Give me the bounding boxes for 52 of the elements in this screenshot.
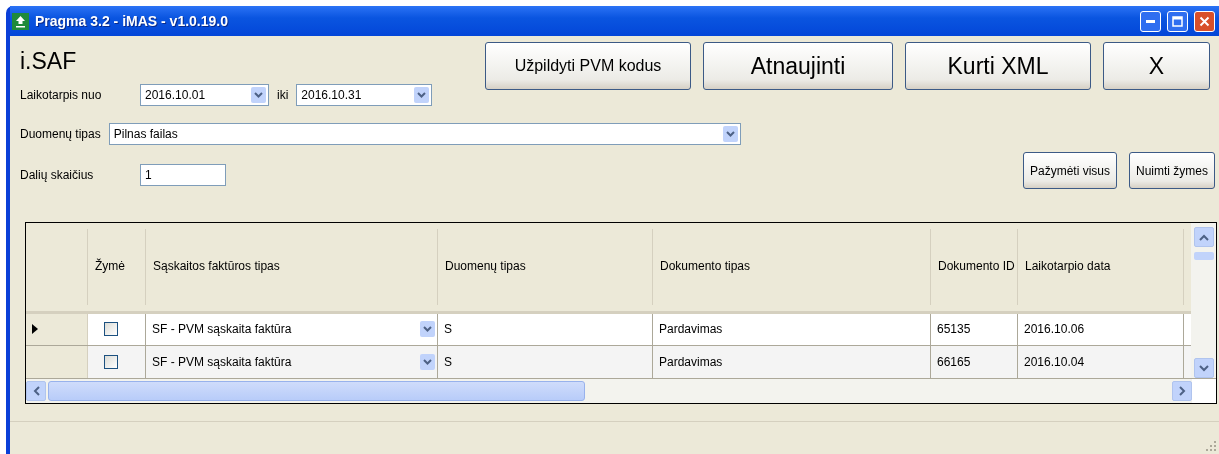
field-label: Laikotarpis nuo: [20, 88, 103, 102]
action-button[interactable]: X: [1103, 42, 1210, 90]
minimize-icon: [1146, 19, 1155, 23]
chevron-right-icon: [1178, 386, 1186, 397]
column-header[interactable]: Laikotarpio data: [1025, 260, 1111, 274]
window-title: Pragma 3.2 - iMAS - v1.0.19.0: [35, 13, 229, 29]
upload-icon: [12, 12, 29, 30]
table-cell: 2016.10.04: [1018, 346, 1184, 379]
table-cell: SF - PVM sąskaita faktūra: [152, 322, 292, 337]
scrollbar-thumb[interactable]: [48, 381, 585, 402]
table-cell: Pardavimas: [653, 313, 931, 346]
column-header[interactable]: Sąskaitos faktūros tipas: [153, 260, 280, 274]
form-heading: i.SAF: [20, 48, 78, 75]
column-header[interactable]: Dokumento tipas: [660, 260, 751, 274]
column-header[interactable]: Duomenų tipas: [445, 260, 526, 274]
column-header[interactable]: Žymė: [95, 260, 125, 274]
table-cell: 65135: [931, 313, 1018, 346]
table-cell: SF - PVM sąskaita faktūra: [152, 355, 292, 370]
scroll-down-button[interactable]: [1193, 358, 1214, 378]
table-cell: S: [438, 346, 653, 379]
input-field[interactable]: 1: [140, 163, 226, 186]
action-button[interactable]: Kurti XML: [905, 42, 1091, 90]
mark-button[interactable]: Nuimti žymes: [1129, 152, 1215, 189]
resize-grip-icon[interactable]: [1206, 441, 1217, 452]
field-label: iki: [277, 88, 289, 102]
action-button[interactable]: Atnaujinti: [703, 42, 893, 90]
date-picker[interactable]: 2016.10.31: [296, 84, 433, 106]
table-cell: Pardavimas: [653, 346, 931, 379]
close-icon: [1199, 15, 1210, 27]
date-picker[interactable]: 2016.10.01: [140, 84, 269, 106]
chevron-down-icon: [1198, 364, 1209, 372]
maximize-button[interactable]: [1167, 10, 1188, 32]
scroll-up-button[interactable]: [1193, 227, 1214, 247]
scrollbar-thumb[interactable]: [1193, 252, 1214, 260]
mark-button[interactable]: Pažymėti visus: [1022, 152, 1117, 189]
field-label: Duomenų tipas: [20, 126, 101, 141]
action-button[interactable]: Užpildyti PVM kodus: [485, 42, 691, 90]
table-cell: 66165: [931, 346, 1018, 379]
chevron-up-icon: [1198, 233, 1209, 241]
minimize-button[interactable]: [1140, 10, 1161, 32]
checkbox[interactable]: [104, 355, 118, 370]
scroll-right-button[interactable]: [1172, 381, 1192, 402]
dropdown-field[interactable]: Pilnas failas: [108, 122, 741, 145]
maximize-icon: [1172, 15, 1183, 27]
scroll-left-button[interactable]: [26, 381, 46, 402]
field-label: Dalių skaičius: [20, 167, 95, 182]
close-button[interactable]: [1194, 10, 1215, 32]
chevron-left-icon: [32, 386, 40, 397]
table-cell: 2016.10.06: [1018, 313, 1184, 346]
table-cell: S: [438, 313, 653, 346]
column-header[interactable]: Dokumento ID: [938, 260, 1015, 274]
checkbox[interactable]: [104, 322, 118, 337]
